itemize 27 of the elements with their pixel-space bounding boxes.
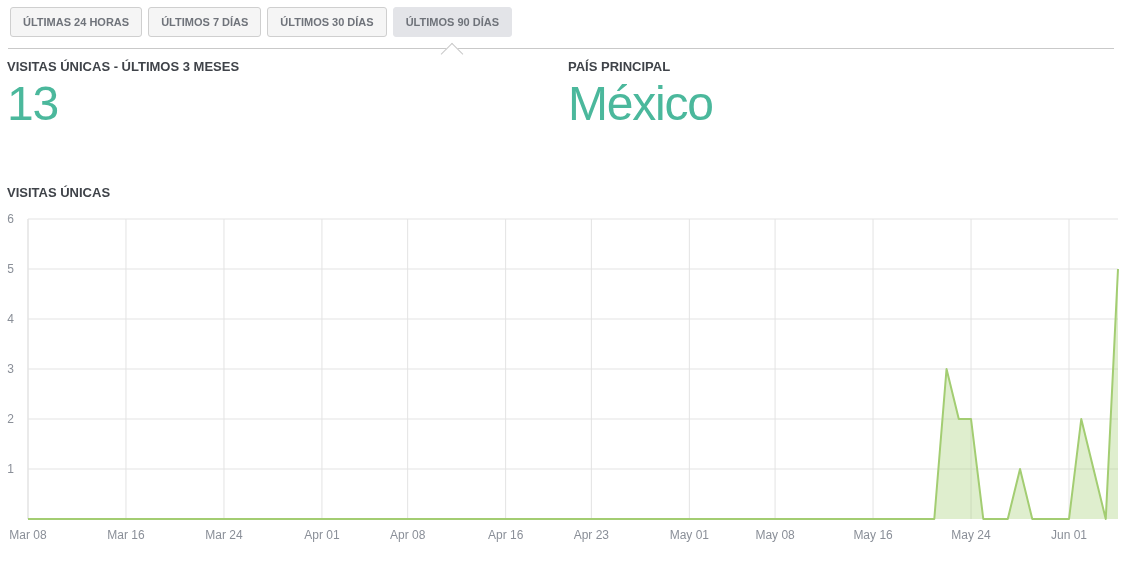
x-tick-label: May 01 [669, 528, 710, 542]
x-tick-label: Apr 16 [487, 528, 524, 542]
period-tab[interactable]: ÚLTIMOS 7 DÍAS [148, 7, 262, 37]
y-tick-label: 3 [7, 362, 14, 376]
y-tick-label: 5 [7, 262, 14, 276]
x-tick-label: Apr 08 [390, 528, 426, 542]
y-tick-label: 2 [7, 412, 14, 426]
stat-label: VISITAS ÚNICAS - ÚLTIMOS 3 MESES [7, 58, 241, 76]
stat-value: México [568, 76, 714, 132]
period-tab[interactable]: ÚLTIMAS 24 HORAS [10, 7, 143, 37]
x-tick-label: Mar 08 [9, 528, 47, 542]
y-tick-label: 6 [7, 212, 14, 226]
x-tick-label: Apr 01 [304, 528, 340, 542]
y-tick-label: 1 [7, 462, 14, 476]
x-tick-label: Mar 24 [205, 528, 243, 542]
x-tick-label: May 16 [853, 528, 893, 542]
stat-label: PAÍS PRINCIPAL [568, 58, 672, 76]
x-tick-label: Apr 23 [573, 528, 610, 542]
x-tick-label: Mar 16 [107, 528, 145, 542]
x-tick-label: May 08 [755, 528, 795, 542]
period-tab[interactable]: ÚLTIMOS 90 DÍAS [392, 7, 512, 37]
chart-title: VISITAS ÚNICAS [7, 185, 111, 200]
x-tick-label: Jun 01 [1051, 528, 1088, 542]
y-tick-label: 4 [7, 312, 14, 326]
stat-value: 13 [7, 76, 59, 132]
period-tab[interactable]: ÚLTIMOS 30 DÍAS [267, 7, 387, 37]
x-tick-label: May 24 [951, 528, 991, 542]
